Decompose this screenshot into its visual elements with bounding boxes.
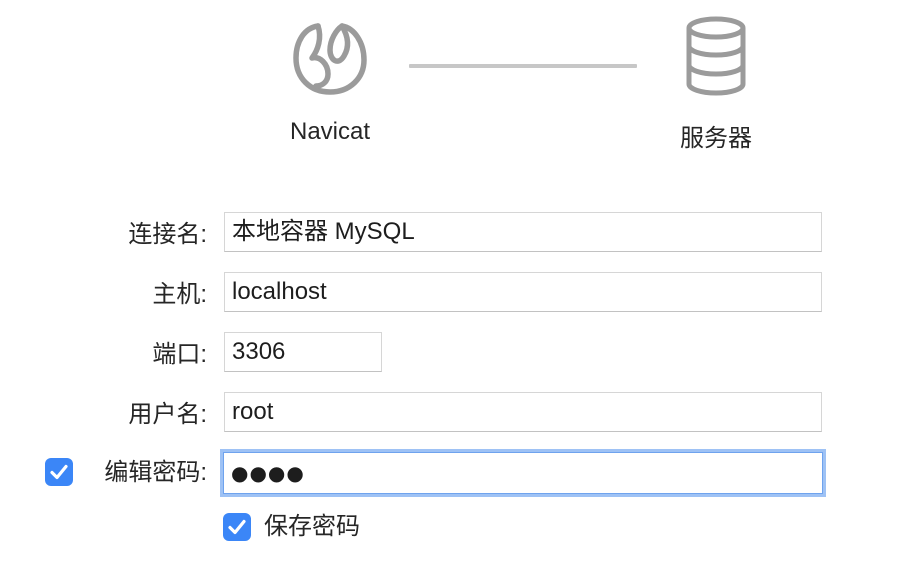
port-input[interactable]: 3306 (224, 332, 382, 372)
password-input[interactable]: ●●●● (220, 449, 826, 497)
username-input[interactable]: root (224, 392, 822, 432)
server-node: 服务器 (616, 14, 816, 153)
edit-password-checkbox[interactable] (45, 458, 73, 486)
navicat-label: Navicat (289, 118, 371, 145)
edit-password-label: 编辑密码: (104, 459, 207, 486)
password-masked-value: ●●●● (231, 461, 305, 485)
host-label: 主机: (152, 281, 207, 308)
connection-name-label: 连接名: (128, 221, 207, 248)
host-input[interactable]: localhost (224, 272, 822, 312)
port-label: 端口: (152, 341, 207, 368)
save-password-checkbox[interactable] (223, 513, 251, 541)
connection-line (409, 64, 637, 68)
server-label: 服务器 (680, 125, 752, 152)
database-server-icon (686, 16, 746, 96)
checkmark-icon (50, 464, 68, 480)
navicat-node: Navicat (230, 14, 430, 146)
connection-name-input[interactable]: 本地容器 MySQL (224, 212, 822, 252)
save-password-label[interactable]: 保存密码 (264, 512, 360, 542)
navicat-logo-icon (293, 23, 367, 95)
username-label: 用户名: (128, 401, 207, 428)
checkmark-icon (228, 519, 246, 535)
